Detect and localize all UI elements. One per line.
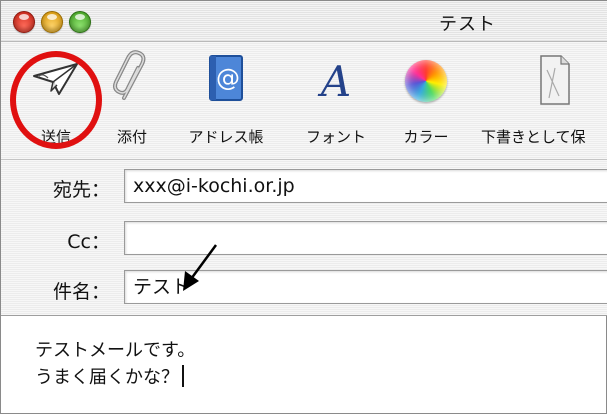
subject-label: 件名： <box>52 281 110 303</box>
color-wheel-icon <box>405 60 447 102</box>
attach-label: 添付 <box>116 128 147 146</box>
text-caret <box>182 365 184 387</box>
paperclip-icon <box>113 50 146 100</box>
title-bar[interactable]: テスト <box>1 1 607 42</box>
draft-document-icon <box>540 55 570 105</box>
font-button[interactable]: A フォント <box>295 50 377 150</box>
minimize-button[interactable] <box>41 11 63 33</box>
address-book-icon: @ <box>209 55 243 101</box>
message-line-2: うまく届くかな？ <box>35 367 179 388</box>
message-body[interactable]: テストメールです。 うまく届くかな？ <box>35 337 195 391</box>
to-label: 宛先： <box>52 179 110 201</box>
colors-label: カラー <box>403 128 449 146</box>
svg-text:A: A <box>317 57 351 104</box>
svg-text:@: @ <box>216 64 240 92</box>
save-draft-button[interactable]: 下書きとして保 <box>475 50 607 150</box>
cc-label: Cc： <box>67 231 110 253</box>
to-field[interactable]: xxx@i-kochi.or.jp <box>124 169 607 203</box>
message-line-1: テストメールです。 <box>35 340 196 361</box>
close-button[interactable] <box>13 11 35 33</box>
mail-compose-window: テスト 送信 添付 @ アドレス帳 A フォント カラー 下書きとして保 宛先：… <box>0 0 607 414</box>
colors-button[interactable]: カラー <box>393 50 459 150</box>
address-book-button[interactable]: @ アドレス帳 <box>177 50 275 150</box>
address-book-label: アドレス帳 <box>188 128 264 146</box>
message-headers: 宛先： xxx@i-kochi.or.jp Cc： 件名： テスト <box>1 160 607 316</box>
font-label: フォント <box>305 128 366 146</box>
highlight-circle <box>10 51 102 149</box>
annotation-arrow-icon <box>183 244 218 291</box>
window-title: テスト <box>439 14 496 35</box>
save-draft-label: 下書きとして保 <box>481 128 586 146</box>
attach-button[interactable]: 添付 <box>101 50 163 150</box>
font-icon: A <box>317 57 351 104</box>
zoom-button[interactable] <box>69 11 91 33</box>
